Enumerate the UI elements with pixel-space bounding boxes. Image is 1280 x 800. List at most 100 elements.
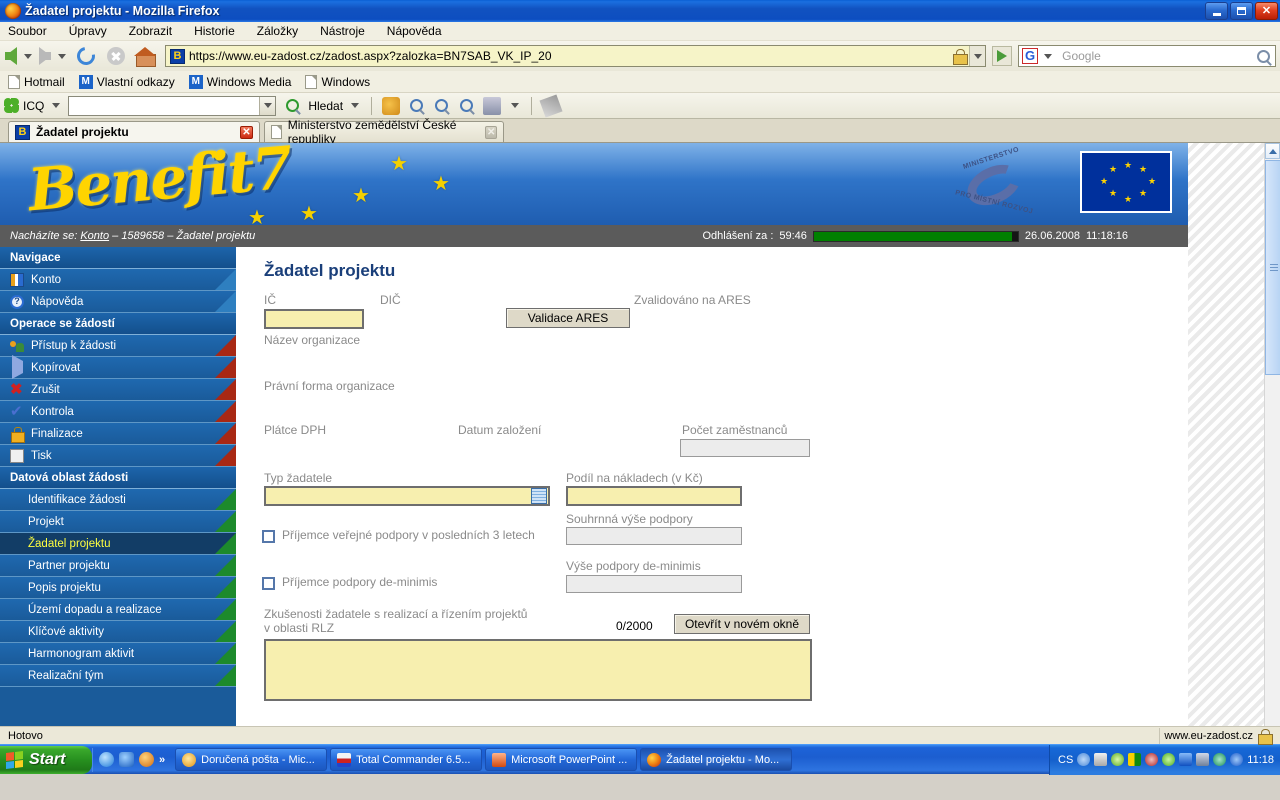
prijemce-verejne-podpory-checkbox[interactable] bbox=[262, 530, 275, 543]
sidebar-item-napoveda[interactable]: ? Nápověda bbox=[0, 291, 236, 313]
sidebar-item-kopirovat[interactable]: Kopírovat bbox=[0, 354, 236, 379]
menu-item-upravy[interactable]: Úpravy bbox=[69, 24, 107, 38]
icq-search-icon[interactable] bbox=[286, 99, 300, 112]
stop-icon[interactable] bbox=[107, 47, 125, 65]
sidebar-item-harmonogram-aktivit[interactable]: Harmonogram aktivit bbox=[0, 643, 236, 665]
menu-item-soubor[interactable]: Soubor bbox=[8, 24, 47, 38]
menu-item-historie[interactable]: Historie bbox=[194, 24, 235, 38]
bookmark-vlastni-odkazy[interactable]: M Vlastní odkazy bbox=[78, 74, 175, 89]
sidebar-item-identifikace-zadosti[interactable]: Identifikace žádosti bbox=[0, 489, 236, 511]
icq-contacts-icon[interactable] bbox=[382, 96, 401, 115]
minimize-button[interactable] bbox=[1205, 2, 1228, 20]
tray-volume-icon[interactable] bbox=[1145, 753, 1159, 766]
tray-antivirus-icon[interactable] bbox=[1111, 753, 1125, 766]
menu-item-zalozky[interactable]: Záložky bbox=[257, 24, 298, 38]
url-dropdown-button[interactable] bbox=[969, 46, 985, 66]
tab-close-icon[interactable]: ✕ bbox=[485, 125, 497, 139]
prijemce-deminimis-checkbox[interactable] bbox=[262, 577, 275, 590]
internet-explorer-icon[interactable] bbox=[99, 752, 114, 767]
zoom-reset-icon[interactable] bbox=[435, 99, 449, 112]
tray-bluetooth2-icon[interactable] bbox=[1230, 753, 1244, 766]
search-input[interactable]: Google bbox=[1056, 49, 1257, 63]
tab-close-icon[interactable]: ✕ bbox=[240, 125, 253, 139]
menu-item-nastroje[interactable]: Nástroje bbox=[320, 24, 365, 38]
media-player-icon[interactable] bbox=[139, 752, 154, 767]
bookmark-hotmail[interactable]: Hotmail bbox=[8, 74, 65, 89]
icq-input-dropdown-icon[interactable] bbox=[259, 96, 276, 115]
podil-na-nakladech-input[interactable] bbox=[566, 486, 742, 506]
menu-item-zobrazit[interactable]: Zobrazit bbox=[129, 24, 172, 38]
icq-pencil-icon[interactable] bbox=[539, 93, 563, 118]
sidebar-item-konto[interactable]: Konto bbox=[0, 269, 236, 291]
tray-network-icon[interactable] bbox=[1196, 753, 1210, 766]
search-engine-dropdown-icon[interactable] bbox=[1044, 53, 1053, 59]
zkusenosti-textarea[interactable] bbox=[264, 639, 812, 701]
sidebar-item-tisk[interactable]: Tisk bbox=[0, 445, 236, 467]
quick-launch-overflow-icon[interactable]: » bbox=[159, 754, 165, 766]
tray-language-indicator[interactable]: CS bbox=[1058, 754, 1073, 766]
taskbar-item-powerpoint[interactable]: Microsoft PowerPoint ... bbox=[485, 748, 638, 771]
scrollbar-thumb[interactable] bbox=[1265, 160, 1280, 375]
open-in-new-window-button[interactable]: Otevřít v novém okně bbox=[674, 614, 810, 634]
back-button[interactable] bbox=[4, 43, 18, 69]
tray-clock[interactable]: 11:18 bbox=[1247, 754, 1274, 766]
sidebar-item-realizacni-tym[interactable]: Realizační tým bbox=[0, 665, 236, 687]
search-icon[interactable] bbox=[1257, 49, 1270, 63]
sidebar-item-finalizace[interactable]: Finalizace bbox=[0, 423, 236, 445]
typ-zadatele-input[interactable] bbox=[264, 486, 550, 506]
icq-dropdown-icon[interactable] bbox=[52, 103, 61, 108]
tray-icq-icon[interactable] bbox=[1162, 753, 1176, 766]
souhrnna-vyse-podpory-input[interactable] bbox=[566, 527, 742, 545]
scroll-up-button[interactable] bbox=[1265, 143, 1280, 159]
go-button[interactable] bbox=[992, 46, 1012, 66]
validace-ares-button[interactable]: Validace ARES bbox=[506, 308, 630, 328]
bookmark-windows[interactable]: Windows bbox=[305, 74, 370, 89]
sidebar-item-pristup-k-zadosti[interactable]: Přístup k žádosti bbox=[0, 335, 236, 357]
zoom-out-icon[interactable] bbox=[460, 99, 474, 112]
zoom-in-icon[interactable] bbox=[410, 99, 424, 112]
icq-status-icon[interactable] bbox=[483, 96, 502, 115]
sidebar-item-uzemi-dopadu[interactable]: Území dopadu a realizace bbox=[0, 599, 236, 621]
tab-zadatel-projektu[interactable]: B Žadatel projektu ✕ bbox=[8, 121, 260, 142]
url-text[interactable]: https://www.eu-zadost.cz/zadost.aspx?zal… bbox=[189, 49, 952, 63]
menu-item-napoveda[interactable]: Nápověda bbox=[387, 24, 442, 38]
taskbar-item-firefox[interactable]: Žadatel projektu - Mo... bbox=[640, 748, 793, 771]
outlook-express-icon[interactable] bbox=[119, 752, 134, 767]
sidebar-item-klicove-aktivity[interactable]: Klíčové aktivity bbox=[0, 621, 236, 643]
breadcrumb-link-konto[interactable]: Konto bbox=[80, 230, 109, 242]
icq-search-dropdown-icon[interactable] bbox=[351, 103, 360, 108]
search-bar[interactable]: G Google bbox=[1018, 45, 1276, 67]
bookmark-windows-media[interactable]: M Windows Media bbox=[188, 74, 291, 89]
tray-printer-icon[interactable] bbox=[1094, 753, 1108, 766]
icq-search-input[interactable] bbox=[68, 95, 277, 116]
sidebar-item-zadatel-projektu[interactable]: Žadatel projektu bbox=[0, 533, 236, 555]
tray-globe-icon[interactable] bbox=[1213, 753, 1227, 766]
taskbar-item-outlook[interactable]: Doručená pošta - Mic... bbox=[175, 748, 328, 771]
close-button[interactable]: ✕ bbox=[1255, 2, 1278, 20]
url-bar[interactable]: B https://www.eu-zadost.cz/zadost.aspx?z… bbox=[165, 45, 986, 67]
icq-status-dropdown-icon[interactable] bbox=[511, 103, 520, 108]
sidebar-item-popis-projektu[interactable]: Popis projektu bbox=[0, 577, 236, 599]
page-scrollbar[interactable] bbox=[1264, 143, 1280, 726]
vyse-podpory-deminimis-input[interactable] bbox=[566, 575, 742, 593]
back-dropdown-icon[interactable] bbox=[24, 53, 32, 59]
pocet-zamestnancu-input[interactable] bbox=[680, 439, 810, 457]
icq-search-label[interactable]: Hledat bbox=[308, 99, 343, 113]
tray-bluetooth-icon[interactable] bbox=[1179, 753, 1193, 766]
forward-dropdown-icon[interactable] bbox=[58, 53, 66, 59]
picker-icon[interactable] bbox=[531, 488, 547, 504]
ic-input[interactable] bbox=[264, 309, 364, 329]
sidebar-item-projekt[interactable]: Projekt bbox=[0, 511, 236, 533]
tray-show-hidden-icon[interactable] bbox=[1077, 753, 1091, 766]
sidebar-item-kontrola[interactable]: ✔ Kontrola bbox=[0, 401, 236, 423]
tab-ministerstvo[interactable]: Ministerstvo zemědělství České republiky… bbox=[264, 118, 504, 146]
sidebar-item-zrusit[interactable]: ✖ Zrušit bbox=[0, 379, 236, 401]
home-icon[interactable] bbox=[134, 47, 156, 67]
reload-icon[interactable] bbox=[73, 43, 99, 69]
sidebar-item-partner-projektu[interactable]: Partner projektu bbox=[0, 555, 236, 577]
maximize-button[interactable] bbox=[1230, 2, 1253, 20]
taskbar-item-total-commander[interactable]: Total Commander 6.5... bbox=[330, 748, 483, 771]
start-button[interactable]: Start bbox=[0, 745, 92, 774]
forward-button[interactable] bbox=[38, 43, 52, 69]
tray-display-icon[interactable] bbox=[1128, 753, 1142, 766]
